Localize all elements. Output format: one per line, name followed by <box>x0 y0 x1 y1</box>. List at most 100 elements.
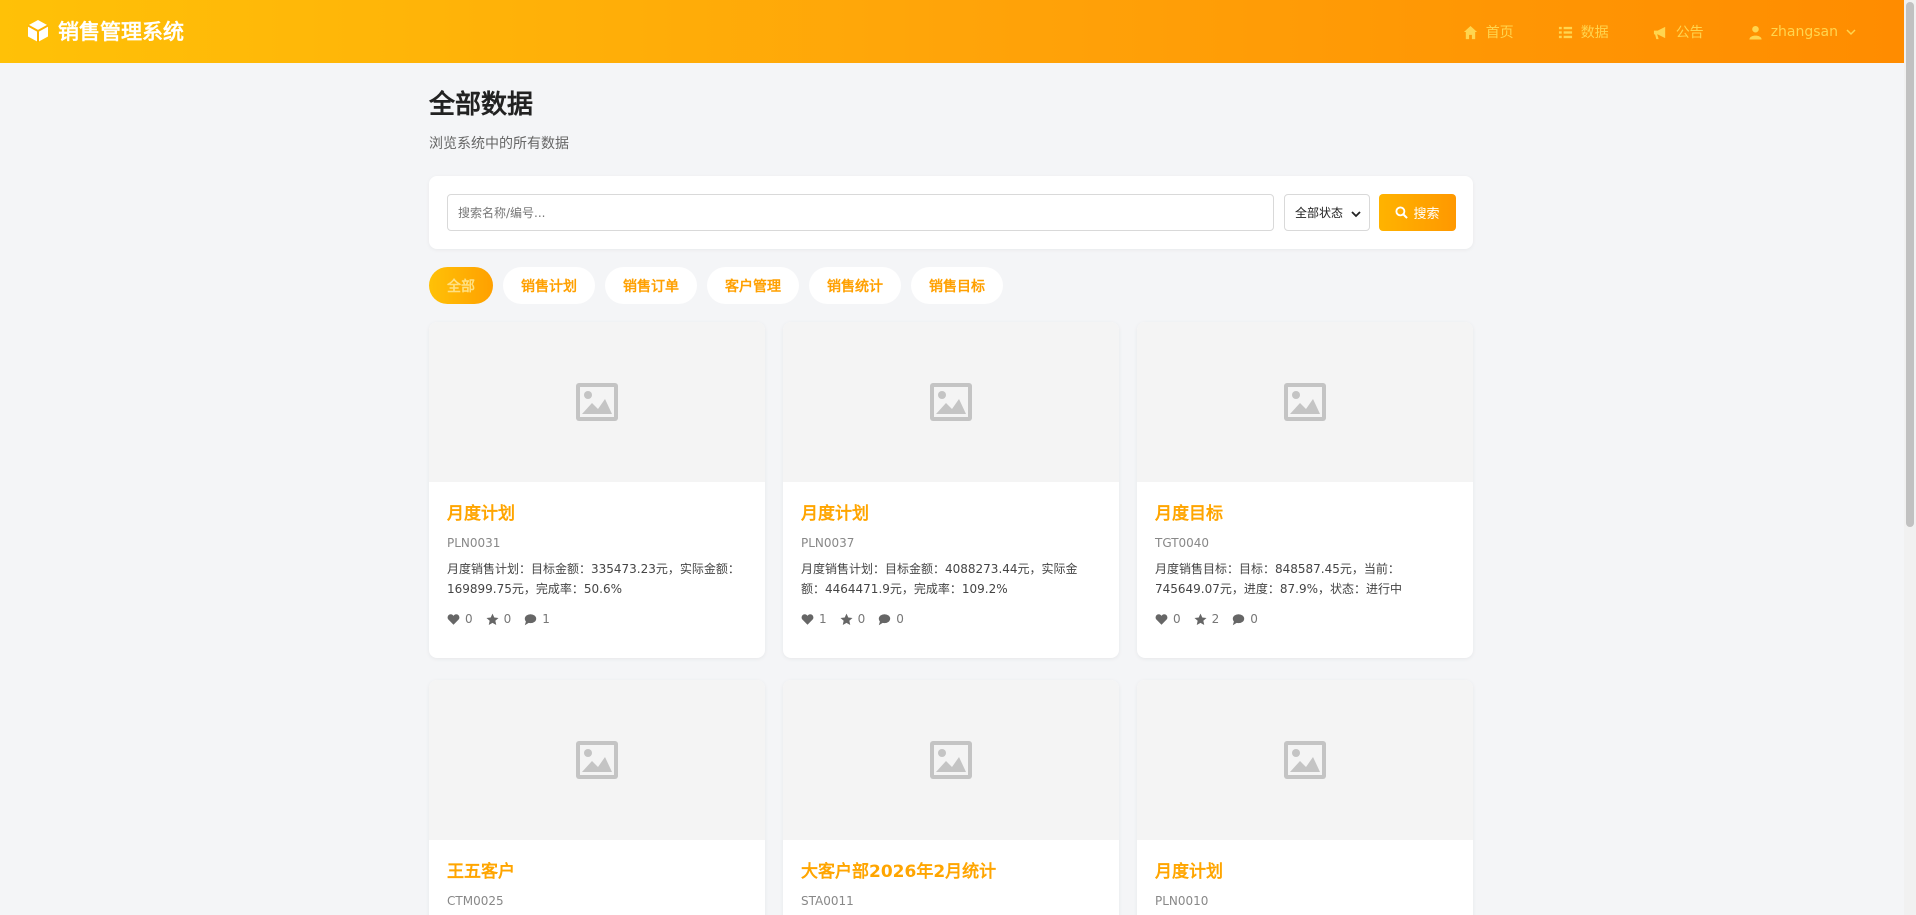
image-placeholder-icon <box>576 741 618 779</box>
image-placeholder-icon <box>930 383 972 421</box>
comment-icon <box>525 613 537 625</box>
page-subtitle: 浏览系统中的所有数据 <box>429 136 569 152</box>
search-panel: 全部状态 搜索 <box>429 176 1473 249</box>
page-title: 全部数据 <box>429 90 534 120</box>
comment-icon <box>1233 613 1245 625</box>
nav-notice-label: 公告 <box>1675 25 1704 41</box>
favorites-count: 2 <box>1211 612 1220 626</box>
card-title[interactable]: 大客户部2026年2月统计 <box>801 861 1101 883</box>
favorites-stat[interactable]: 0 <box>840 612 866 626</box>
card-title[interactable]: 月度计划 <box>801 503 1101 525</box>
heart-icon <box>447 613 460 625</box>
card-description: 月度销售计划：目标金额：335473.23元，实际金额：169899.75元，完… <box>447 562 740 596</box>
bullhorn-icon <box>1653 26 1665 39</box>
search-icon <box>1395 206 1409 219</box>
card-image-placeholder <box>429 680 765 840</box>
card-description: 月度销售目标：目标：848587.45元，当前：745649.07元，进度：87… <box>1155 562 1403 596</box>
comments-stat[interactable]: 0 <box>878 612 904 626</box>
search-input[interactable] <box>447 194 1274 231</box>
nav-data-label: 数据 <box>1580 25 1609 41</box>
comments-count: 1 <box>542 612 550 626</box>
chevron-down-icon <box>1351 211 1361 218</box>
card-title[interactable]: 月度计划 <box>1155 861 1455 883</box>
card-code: PLN0031 <box>447 536 501 550</box>
tab-sales-target[interactable]: 销售目标 <box>911 267 1003 304</box>
likes-stat[interactable]: 0 <box>447 612 473 626</box>
card-image-placeholder <box>783 680 1119 840</box>
image-placeholder-icon <box>930 741 972 779</box>
card-image-placeholder <box>1137 322 1473 482</box>
star-icon <box>1194 613 1207 625</box>
card-code: PLN0037 <box>801 536 855 550</box>
data-card[interactable]: 月度目标 TGT0040 月度销售目标：目标：848587.45元，当前：745… <box>1137 322 1473 658</box>
user-menu[interactable]: zhangsan <box>1748 24 1856 40</box>
data-card[interactable]: 王五客户 CTM0025 <box>429 680 765 915</box>
comment-icon <box>879 613 891 625</box>
category-tabs: 全部 销售计划 销售订单 客户管理 销售统计 销售目标 <box>429 267 1003 304</box>
list-icon <box>1558 26 1572 38</box>
card-code: STA0011 <box>801 894 854 908</box>
likes-stat[interactable]: 0 <box>1155 612 1181 626</box>
favorites-count: 0 <box>503 612 512 626</box>
tab-sales-plan[interactable]: 销售计划 <box>503 267 595 304</box>
comments-count: 0 <box>1250 612 1258 626</box>
data-card[interactable]: 月度计划 PLN0031 月度销售计划：目标金额：335473.23元，实际金额… <box>429 322 765 658</box>
card-image-placeholder <box>783 322 1119 482</box>
status-filter-select[interactable]: 全部状态 <box>1284 194 1370 231</box>
card-code: CTM0025 <box>447 894 504 908</box>
image-placeholder-icon <box>576 383 618 421</box>
data-card[interactable]: 月度计划 PLN0010 <box>1137 680 1473 915</box>
likes-count: 0 <box>1173 612 1181 626</box>
likes-stat[interactable]: 1 <box>801 612 827 626</box>
scrollbar-thumb[interactable] <box>1906 2 1914 527</box>
likes-count: 0 <box>465 612 473 626</box>
card-image-placeholder <box>429 322 765 482</box>
tab-sales-stats[interactable]: 销售统计 <box>809 267 901 304</box>
card-stats: 0 0 1 <box>447 612 747 658</box>
tab-customer[interactable]: 客户管理 <box>707 267 799 304</box>
nav-data[interactable]: 数据 <box>1558 22 1609 42</box>
card-title[interactable]: 月度目标 <box>1155 503 1455 525</box>
card-title[interactable]: 王五客户 <box>447 861 747 883</box>
star-icon <box>840 613 853 625</box>
card-stats: 0 2 0 <box>1155 612 1455 658</box>
image-placeholder-icon <box>1284 741 1326 779</box>
status-filter-value: 全部状态 <box>1295 206 1344 220</box>
card-image-placeholder <box>1137 680 1473 840</box>
nav-notice[interactable]: 公告 <box>1653 22 1704 42</box>
brand-logo[interactable]: 销售管理系统 <box>26 16 184 46</box>
favorites-count: 0 <box>857 612 866 626</box>
likes-count: 1 <box>819 612 827 626</box>
search-button[interactable]: 搜索 <box>1379 194 1456 231</box>
home-icon <box>1463 25 1477 39</box>
favorites-stat[interactable]: 2 <box>1194 612 1220 626</box>
tab-sales-order[interactable]: 销售订单 <box>605 267 697 304</box>
nav-home[interactable]: 首页 <box>1463 22 1514 42</box>
brand-name: 销售管理系统 <box>58 20 184 44</box>
user-icon <box>1749 25 1762 40</box>
star-icon <box>486 613 499 625</box>
search-button-label: 搜索 <box>1413 207 1440 222</box>
chevron-down-icon <box>1846 29 1856 36</box>
main-nav: 首页 数据 公告 zhangsan <box>1419 22 1856 42</box>
card-code: TGT0040 <box>1155 536 1210 550</box>
tab-all[interactable]: 全部 <box>429 267 493 304</box>
cube-icon <box>27 20 49 42</box>
comments-count: 0 <box>896 612 904 626</box>
data-card[interactable]: 大客户部2026年2月统计 STA0011 <box>783 680 1119 915</box>
data-card[interactable]: 月度计划 PLN0037 月度销售计划：目标金额：4088273.44元，实际金… <box>783 322 1119 658</box>
page-scrollbar[interactable] <box>1904 0 1916 915</box>
nav-home-label: 首页 <box>1485 25 1514 41</box>
heart-icon <box>801 613 814 625</box>
comments-stat[interactable]: 1 <box>524 612 550 626</box>
comments-stat[interactable]: 0 <box>1232 612 1258 626</box>
top-navbar: 销售管理系统 首页 数据 公告 zhangsan <box>0 0 1904 63</box>
image-placeholder-icon <box>1284 383 1326 421</box>
card-stats: 1 0 0 <box>801 612 1101 658</box>
heart-icon <box>1155 613 1168 625</box>
card-code: PLN0010 <box>1155 894 1209 908</box>
card-description: 月度销售计划：目标金额：4088273.44元，实际金额：4464471.9元，… <box>801 562 1078 596</box>
card-title[interactable]: 月度计划 <box>447 503 747 525</box>
username: zhangsan <box>1770 24 1838 40</box>
favorites-stat[interactable]: 0 <box>486 612 512 626</box>
